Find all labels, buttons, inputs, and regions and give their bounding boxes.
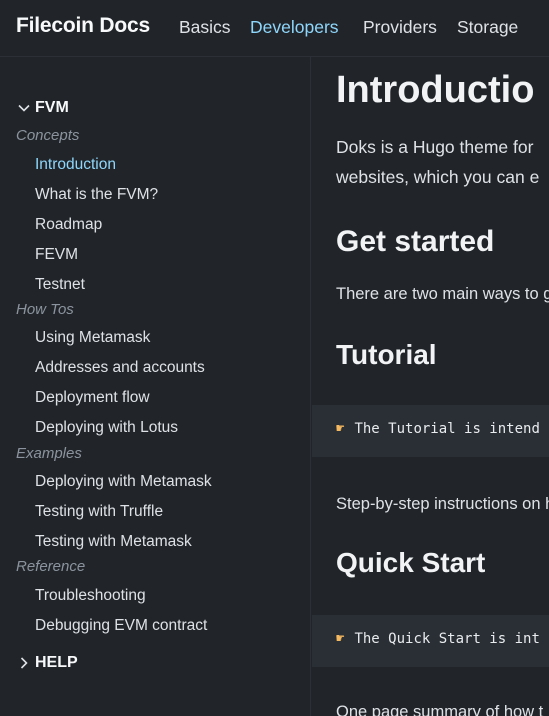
quick-start-text: One page summary of how t [336, 703, 544, 716]
category-how-tos: How Tos [16, 301, 74, 318]
sidebar-item-using-metamask[interactable]: Using Metamask [35, 329, 150, 347]
sidebar-item-testing-metamask[interactable]: Testing with Metamask [35, 533, 192, 551]
sidebar-item-debugging-evm[interactable]: Debugging EVM contract [35, 617, 207, 635]
nav-storage[interactable]: Storage [457, 17, 518, 38]
category-concepts: Concepts [16, 127, 80, 144]
sidebar-item-what-is-fvm[interactable]: What is the FVM? [35, 186, 158, 204]
section-toggle-fvm[interactable]: FVM [16, 99, 69, 117]
sidebar-item-roadmap[interactable]: Roadmap [35, 216, 102, 234]
section-label-help: HELP [35, 654, 78, 671]
tutorial-callout: ☛ The Tutorial is intend [312, 405, 549, 457]
sidebar-item-deploying-lotus[interactable]: Deploying with Lotus [35, 419, 178, 437]
chevron-right-icon [16, 655, 32, 671]
quick-start-callout: ☛ The Quick Start is int [312, 615, 549, 667]
nav-basics[interactable]: Basics [179, 17, 231, 38]
chevron-down-icon [16, 100, 32, 116]
pointing-hand-icon: ☛ [336, 421, 345, 437]
quick-start-callout-text: The Quick Start is int [354, 631, 540, 647]
tutorial-callout-text: The Tutorial is intend [354, 421, 540, 437]
sidebar-item-addresses-accounts[interactable]: Addresses and accounts [35, 359, 205, 377]
sidebar: FVM Concepts Introduction What is the FV… [0, 57, 311, 716]
sidebar-item-fevm[interactable]: FEVM [35, 246, 78, 264]
sidebar-item-deployment-flow[interactable]: Deployment flow [35, 389, 150, 407]
section-toggle-help[interactable]: HELP [16, 654, 78, 672]
sidebar-item-deploying-metamask[interactable]: Deploying with Metamask [35, 473, 212, 491]
sidebar-item-troubleshooting[interactable]: Troubleshooting [35, 587, 146, 605]
nav-developers[interactable]: Developers [250, 17, 339, 38]
heading-quick-start: Quick Start [336, 547, 486, 578]
heading-get-started: Get started [336, 225, 495, 258]
sidebar-item-testing-truffle[interactable]: Testing with Truffle [35, 503, 163, 521]
brand-logo[interactable]: Filecoin Docs [16, 14, 150, 38]
intro-line-1: Doks is a Hugo theme for [336, 137, 534, 157]
category-examples: Examples [16, 445, 82, 462]
main-content: Introductio Doks is a Hugo theme for web… [312, 57, 549, 716]
top-navbar: Filecoin Docs Basics Developers Provider… [0, 0, 549, 57]
get-started-text: There are two main ways to g [336, 285, 549, 303]
page-title: Introductio [336, 69, 535, 111]
nav-providers[interactable]: Providers [363, 17, 437, 38]
tutorial-text: Step-by-step instructions on h [336, 495, 549, 513]
sidebar-item-testnet[interactable]: Testnet [35, 276, 85, 294]
sidebar-item-introduction[interactable]: Introduction [35, 156, 116, 174]
pointing-hand-icon: ☛ [336, 631, 345, 647]
intro-line-2: websites, which you can e [336, 167, 540, 187]
heading-tutorial: Tutorial [336, 339, 437, 370]
section-label-fvm: FVM [35, 99, 69, 116]
category-reference: Reference [16, 558, 86, 575]
